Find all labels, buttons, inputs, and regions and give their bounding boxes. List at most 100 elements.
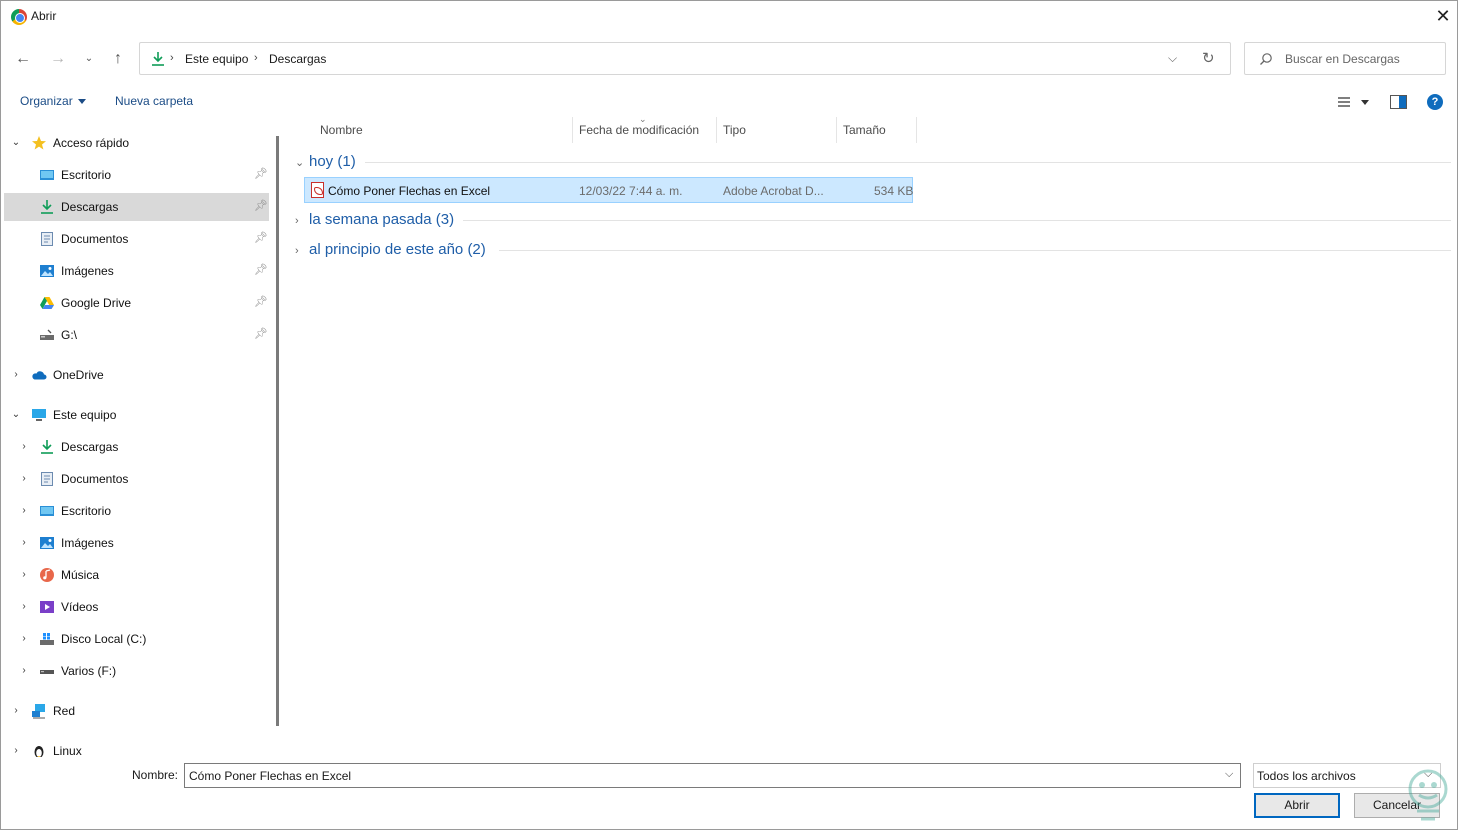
navigation-pane[interactable]: ⌄ Acceso rápido Escritorio 📌︎ Descargas … <box>1 127 277 757</box>
nav-pc-imagenes[interactable]: › Imágenes <box>4 529 269 557</box>
window-title: Abrir <box>31 9 57 23</box>
recent-locations-chevron-icon[interactable]: ⌄ <box>78 48 100 70</box>
forward-arrow-icon[interactable]: → <box>47 48 69 70</box>
nav-item-imagenes[interactable]: Imágenes 📌︎ <box>4 257 269 285</box>
group-header-early-this-year[interactable]: › al principio de este año (2) <box>295 241 486 258</box>
pin-icon[interactable]: 📌︎ <box>254 327 268 340</box>
nav-item-label: Vídeos <box>61 600 99 614</box>
chevron-right-icon[interactable]: › <box>10 705 22 716</box>
file-row-selected[interactable]: Cómo Poner Flechas en Excel 12/03/22 7:4… <box>304 177 913 203</box>
nav-pc-descargas[interactable]: › Descargas <box>4 433 269 461</box>
file-name-input[interactable]: Cómo Poner Flechas en Excel ⌵ <box>184 763 1241 788</box>
chrome-app-icon <box>11 9 27 25</box>
nav-item-label: Música <box>61 568 100 582</box>
chevron-down-icon[interactable]: ⌄ <box>10 409 22 420</box>
search-icon <box>1260 53 1272 65</box>
nav-this-pc[interactable]: ⌄ Este equipo <box>4 401 269 429</box>
file-type: Adobe Acrobat D... <box>723 184 824 198</box>
preview-pane-icon[interactable] <box>1390 95 1407 109</box>
nav-item-label: Imágenes <box>61 536 114 550</box>
chevron-right-icon[interactable]: › <box>18 569 30 580</box>
drive-icon <box>40 670 54 674</box>
refresh-icon[interactable]: ↻ <box>1202 49 1215 67</box>
nav-pc-videos[interactable]: › Vídeos <box>4 593 269 621</box>
nav-item-label: Documentos <box>61 232 129 246</box>
address-history-chevron-icon[interactable]: ⌵ <box>1168 51 1177 66</box>
nav-item-documentos[interactable]: Documentos 📌︎ <box>4 225 269 253</box>
open-dialog: Abrir ✕ ← → ⌄ ↑ › Este equipo › Descarga… <box>0 0 1458 830</box>
nav-linux[interactable]: › Linux <box>4 737 269 757</box>
sort-descending-icon: ⌄ <box>639 114 647 124</box>
chevron-right-icon: › <box>295 245 299 257</box>
close-icon[interactable]: ✕ <box>1429 5 1457 29</box>
navigation-scrollbar[interactable] <box>276 136 279 726</box>
group-divider <box>499 250 1451 251</box>
column-header-name[interactable]: Nombre <box>314 117 573 143</box>
pin-icon[interactable]: 📌︎ <box>254 263 268 276</box>
nav-pc-musica[interactable]: › Música <box>4 561 269 589</box>
up-arrow-icon[interactable]: ↑ <box>107 48 129 70</box>
breadcrumb-este-equipo[interactable]: Este equipo <box>185 52 248 66</box>
view-list-icon[interactable] <box>1337 96 1351 108</box>
chevron-right-icon[interactable]: › <box>18 665 30 676</box>
chevron-down-icon[interactable]: ⌵ <box>1225 768 1233 781</box>
nav-quick-access[interactable]: ⌄ Acceso rápido <box>4 129 269 157</box>
search-input[interactable]: Buscar en Descargas <box>1244 42 1446 75</box>
nav-pc-documentos[interactable]: › Documentos <box>4 465 269 493</box>
pin-icon[interactable]: 📌︎ <box>254 295 268 308</box>
nav-item-label: Disco Local (C:) <box>61 632 147 646</box>
column-header-size[interactable]: Tamaño <box>837 117 917 143</box>
chevron-right-icon[interactable]: › <box>18 473 30 484</box>
nav-pc-varios-f[interactable]: › Varios (F:) <box>4 657 269 685</box>
nav-item-descargas[interactable]: Descargas 📌︎ <box>4 193 269 221</box>
chevron-right-icon[interactable]: › <box>10 745 22 756</box>
group-header-last-week[interactable]: › la semana pasada (3) <box>295 211 454 228</box>
file-date: 12/03/22 7:44 a. m. <box>579 184 683 198</box>
chevron-right-icon[interactable]: › <box>18 633 30 644</box>
search-placeholder: Buscar en Descargas <box>1285 52 1400 66</box>
breadcrumb-separator-icon: › <box>254 52 258 64</box>
nav-item-label: Imágenes <box>61 264 114 278</box>
pin-icon[interactable]: 📌︎ <box>254 199 268 212</box>
nav-pc-disco-c[interactable]: › Disco Local (C:) <box>4 625 269 653</box>
organize-button[interactable]: Organizar <box>20 94 86 108</box>
group-label: hoy (1) <box>309 153 356 170</box>
new-folder-button[interactable]: Nueva carpeta <box>115 94 193 108</box>
nav-item-label: Descargas <box>61 200 119 214</box>
help-icon[interactable]: ? <box>1427 94 1443 110</box>
organize-label: Organizar <box>20 94 73 108</box>
nav-item-escritorio[interactable]: Escritorio 📌︎ <box>4 161 269 189</box>
windows-drive-icon <box>40 633 54 645</box>
back-arrow-icon[interactable]: ← <box>12 48 34 70</box>
nav-network[interactable]: › Red <box>4 697 269 725</box>
open-button[interactable]: Abrir <box>1254 793 1340 818</box>
pin-icon[interactable]: 📌︎ <box>254 167 268 180</box>
column-header-type[interactable]: Tipo <box>717 117 837 143</box>
nav-onedrive[interactable]: › OneDrive <box>4 361 269 389</box>
title-bar: Abrir ✕ <box>1 1 1457 33</box>
breadcrumb-descargas[interactable]: Descargas <box>269 52 326 66</box>
nav-item-label: Varios (F:) <box>61 664 117 678</box>
linux-penguin-icon <box>34 746 44 757</box>
network-icon <box>32 704 45 719</box>
nav-pc-escritorio[interactable]: › Escritorio <box>4 497 269 525</box>
chevron-right-icon[interactable]: › <box>18 505 30 516</box>
address-bar[interactable]: › Este equipo › Descargas ⌵ ↻ <box>139 42 1231 75</box>
nav-item-label: Documentos <box>61 472 129 486</box>
documents-icon <box>41 232 53 246</box>
pin-icon[interactable]: 📌︎ <box>254 231 268 244</box>
chevron-right-icon[interactable]: › <box>10 369 22 380</box>
pictures-icon <box>40 537 54 549</box>
nav-item-google-drive[interactable]: Google Drive 📌︎ <box>4 289 269 317</box>
group-header-today[interactable]: ⌄ hoy (1) <box>295 153 356 170</box>
nav-item-label: G:\ <box>61 328 78 342</box>
chevron-right-icon[interactable]: › <box>18 601 30 612</box>
chevron-right-icon[interactable]: › <box>18 537 30 548</box>
star-icon <box>32 136 46 150</box>
file-name-value: Cómo Poner Flechas en Excel <box>189 769 352 783</box>
chevron-down-icon[interactable]: ⌄ <box>10 137 22 148</box>
view-options-caret-icon[interactable] <box>1361 100 1369 105</box>
nav-item-g-drive[interactable]: G:\ 📌︎ <box>4 321 269 349</box>
chevron-right-icon[interactable]: › <box>18 441 30 452</box>
desktop-folder-icon <box>40 506 54 516</box>
